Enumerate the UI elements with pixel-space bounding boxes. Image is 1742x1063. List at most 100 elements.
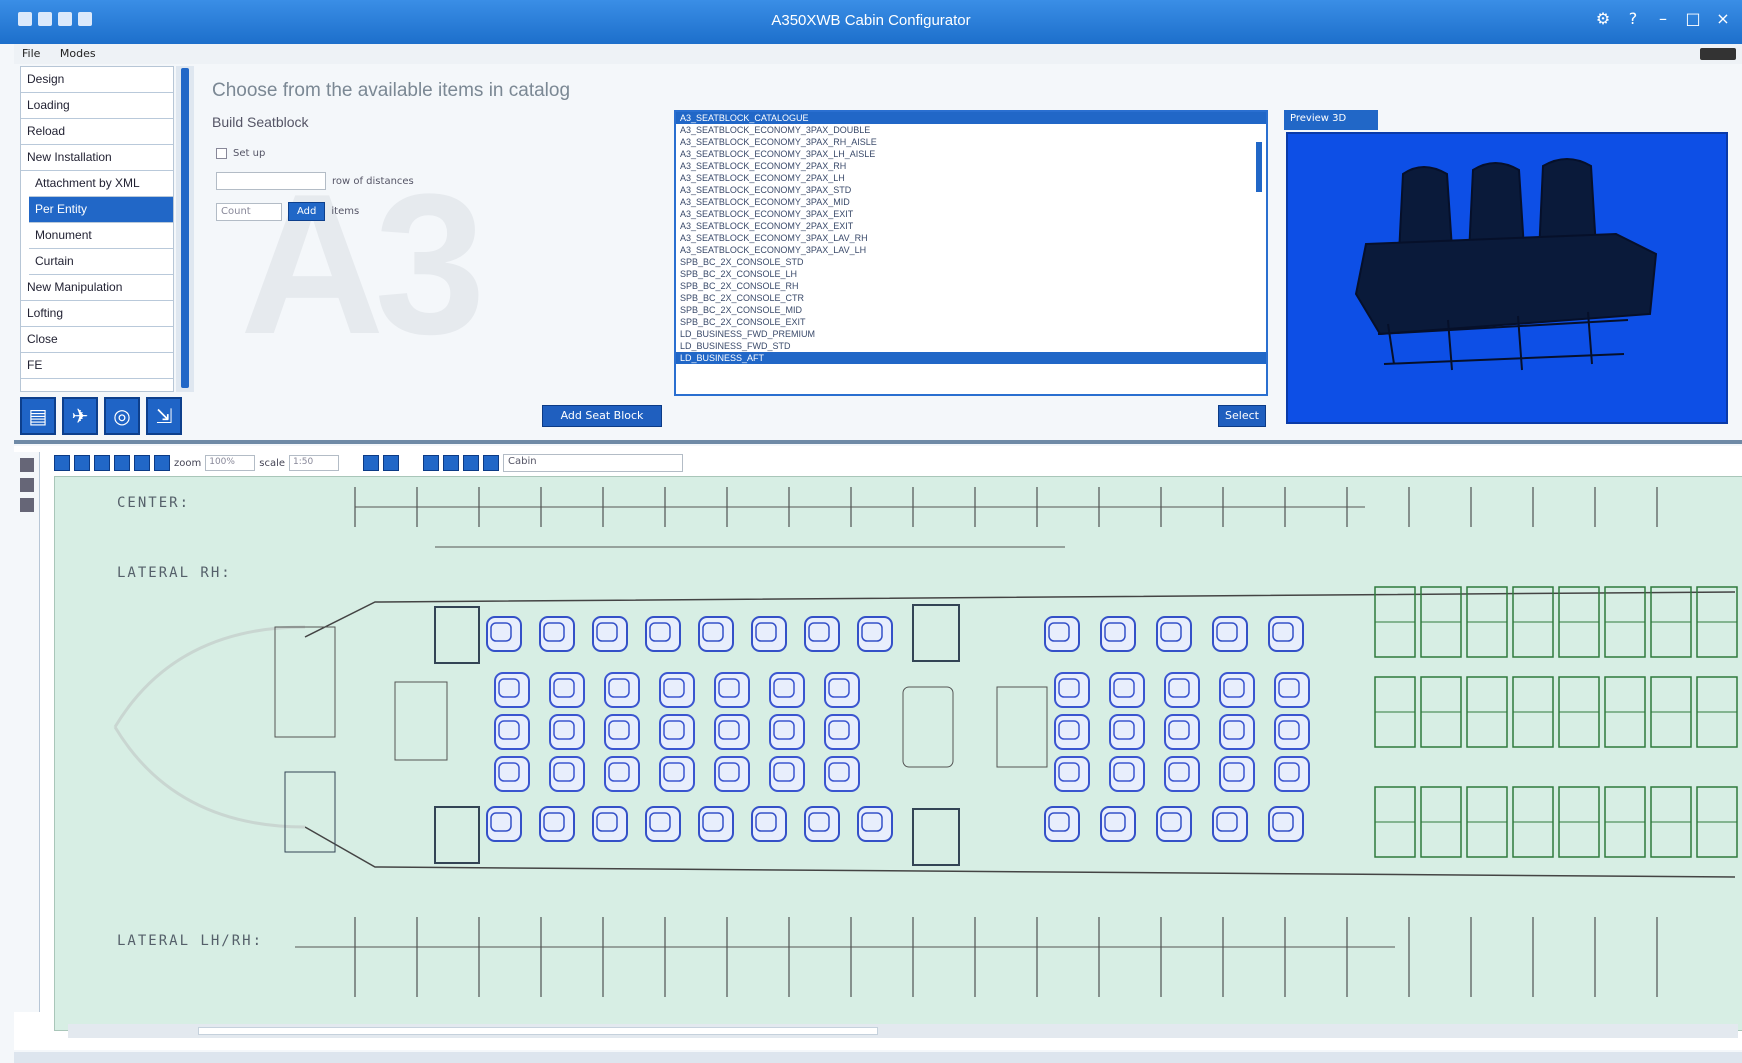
seat bbox=[751, 806, 787, 842]
save-icon[interactable] bbox=[94, 455, 110, 471]
sidebar-item[interactable]: Close bbox=[21, 327, 173, 353]
measure-icon[interactable] bbox=[19, 478, 34, 492]
layer-select[interactable]: Cabin bbox=[503, 454, 684, 472]
apply-count-button[interactable]: Add bbox=[288, 202, 326, 221]
add-seat-block-button[interactable]: Add Seat Block bbox=[542, 405, 662, 427]
sidebar-scroll-thumb[interactable] bbox=[181, 68, 189, 388]
sidebar-item[interactable]: Curtain bbox=[29, 249, 173, 275]
list-item[interactable]: SPB_BC_2X_CONSOLE_CTR bbox=[676, 292, 1266, 304]
pan-icon[interactable] bbox=[423, 455, 440, 471]
list-item[interactable]: A3_SEATBLOCK_ECONOMY_3PAX_DOUBLE bbox=[676, 124, 1266, 136]
seat bbox=[1156, 616, 1192, 652]
seat bbox=[604, 672, 640, 708]
minimize-icon[interactable]: – bbox=[1654, 10, 1672, 28]
list-item[interactable]: A3_SEATBLOCK_ECONOMY_2PAX_EXIT bbox=[676, 220, 1266, 232]
seat bbox=[539, 806, 575, 842]
seat bbox=[1219, 672, 1255, 708]
list-item[interactable]: A3_SEATBLOCK_ECONOMY_2PAX_LH bbox=[676, 172, 1266, 184]
sidebar-item[interactable]: Lofting bbox=[21, 301, 173, 327]
seat bbox=[824, 756, 860, 792]
open-file-icon[interactable]: ▤ bbox=[20, 397, 56, 435]
list-item[interactable]: SPB_BC_2X_CONSOLE_MID bbox=[676, 304, 1266, 316]
list-item[interactable]: A3_SEATBLOCK_ECONOMY_3PAX_LAV_LH bbox=[676, 244, 1266, 256]
list-item[interactable]: A3_SEATBLOCK_ECONOMY_3PAX_MID bbox=[676, 196, 1266, 208]
zoom-out-icon[interactable] bbox=[383, 455, 400, 471]
export-icon[interactable]: ⇲ bbox=[146, 397, 182, 435]
seat bbox=[751, 616, 787, 652]
list-item[interactable]: LD_BUSINESS_FWD_STD bbox=[676, 340, 1266, 352]
sidebar-item[interactable]: Monument bbox=[29, 223, 173, 249]
sidebar-item[interactable]: Reload bbox=[21, 119, 173, 145]
list-item[interactable]: A3_SEATBLOCK_ECONOMY_3PAX_EXIT bbox=[676, 208, 1266, 220]
seat bbox=[1044, 616, 1080, 652]
paste-icon[interactable] bbox=[154, 455, 170, 471]
settings-icon[interactable]: ⚙ bbox=[1594, 10, 1612, 28]
list-item[interactable]: A3_SEATBLOCK_ECONOMY_3PAX_LAV_RH bbox=[676, 232, 1266, 244]
distance-input[interactable] bbox=[216, 172, 326, 190]
sidebar-toolbar: ▤ ✈ ◎ ⇲ bbox=[20, 397, 182, 435]
grid-icon[interactable] bbox=[19, 498, 34, 512]
open-icon[interactable] bbox=[74, 455, 90, 471]
help-icon[interactable]: ? bbox=[1624, 10, 1642, 28]
seat bbox=[645, 616, 681, 652]
seat bbox=[1156, 806, 1192, 842]
list-item[interactable]: A3_SEATBLOCK_ECONOMY_2PAX_RH bbox=[676, 160, 1266, 172]
preview-tab[interactable]: Preview 3D bbox=[1284, 110, 1378, 130]
cad-scroll-thumb[interactable] bbox=[198, 1027, 878, 1035]
sidebar-item[interactable]: New Manipulation bbox=[21, 275, 173, 301]
cad-horizontal-scrollbar[interactable] bbox=[68, 1024, 1738, 1038]
lateral-rh-label: LATERAL RH: bbox=[117, 565, 232, 581]
menu-modes[interactable]: Modes bbox=[52, 44, 104, 63]
list-item[interactable]: A3_SEATBLOCK_ECONOMY_3PAX_STD bbox=[676, 184, 1266, 196]
layer-icon[interactable] bbox=[463, 455, 480, 471]
seat bbox=[659, 756, 695, 792]
list-item[interactable]: SPB_BC_2X_CONSOLE_RH bbox=[676, 280, 1266, 292]
sidebar-item[interactable]: FE bbox=[21, 353, 173, 379]
seat bbox=[1164, 672, 1200, 708]
sidebar: Design Loading Reload New Installation Attac… bbox=[20, 66, 174, 392]
list-item[interactable]: A3_SEATBLOCK_ECONOMY_3PAX_RH_AISLE bbox=[676, 136, 1266, 148]
lavatory-module bbox=[434, 806, 480, 864]
close-icon[interactable]: × bbox=[1714, 10, 1732, 28]
select-button[interactable]: Select bbox=[1218, 405, 1266, 427]
maximize-icon[interactable]: □ bbox=[1684, 10, 1702, 28]
zoom-in-icon[interactable] bbox=[363, 455, 380, 471]
setup-checkbox[interactable] bbox=[216, 148, 227, 159]
layers-icon[interactable] bbox=[19, 458, 34, 472]
seat bbox=[1054, 756, 1090, 792]
list-item[interactable]: LD_BUSINESS_FWD_PREMIUM bbox=[676, 328, 1266, 340]
list-item[interactable]: A3_SEATBLOCK_ECONOMY_3PAX_LH_AISLE bbox=[676, 148, 1266, 160]
snap-icon[interactable] bbox=[483, 455, 500, 471]
seat bbox=[714, 714, 750, 750]
copy-icon[interactable] bbox=[134, 455, 150, 471]
list-item[interactable]: LD_BUSINESS_AFT bbox=[676, 352, 1266, 364]
print-icon[interactable] bbox=[114, 455, 130, 471]
menu-file[interactable]: File bbox=[14, 44, 48, 63]
list-scroll-thumb[interactable] bbox=[1256, 142, 1262, 192]
fit-icon[interactable] bbox=[443, 455, 460, 471]
sidebar-item[interactable]: Loading bbox=[21, 93, 173, 119]
scale-input[interactable]: 1:50 bbox=[289, 455, 340, 471]
preview-3d-viewport[interactable] bbox=[1286, 132, 1728, 424]
galley-module bbox=[996, 686, 1048, 768]
sidebar-item[interactable]: Attachment by XML bbox=[29, 171, 173, 197]
panel-splitter[interactable] bbox=[14, 440, 1742, 444]
seat bbox=[769, 714, 805, 750]
new-icon[interactable] bbox=[54, 455, 70, 471]
list-item[interactable]: SPB_BC_2X_CONSOLE_LH bbox=[676, 268, 1266, 280]
airplane-icon[interactable]: ✈ bbox=[62, 397, 98, 435]
seat bbox=[659, 672, 695, 708]
count-input[interactable]: Count bbox=[216, 202, 282, 221]
sidebar-item[interactable]: Per Entity bbox=[29, 197, 173, 223]
cabin-layout-canvas[interactable]: CENTER: LATERAL RH: LATERAL LH/RH: bbox=[54, 476, 1742, 1031]
sidebar-item[interactable]: Design bbox=[21, 67, 173, 93]
sidebar-scrollbar[interactable] bbox=[176, 66, 194, 392]
sidebar-item[interactable]: New Installation bbox=[21, 145, 173, 171]
zoom-input[interactable]: 100% bbox=[205, 455, 256, 471]
list-item[interactable]: SPB_BC_2X_CONSOLE_EXIT bbox=[676, 316, 1266, 328]
title-bar: A350XWB Cabin Configurator ⚙ ? – □ × bbox=[0, 0, 1742, 44]
list-header[interactable]: A3_SEATBLOCK_CATALOGUE bbox=[676, 112, 1266, 124]
list-item[interactable]: SPB_BC_2X_CONSOLE_STD bbox=[676, 256, 1266, 268]
item-listbox[interactable]: A3_SEATBLOCK_CATALOGUE A3_SEATBLOCK_ECONO… bbox=[674, 110, 1268, 396]
globe-icon[interactable]: ◎ bbox=[104, 397, 140, 435]
